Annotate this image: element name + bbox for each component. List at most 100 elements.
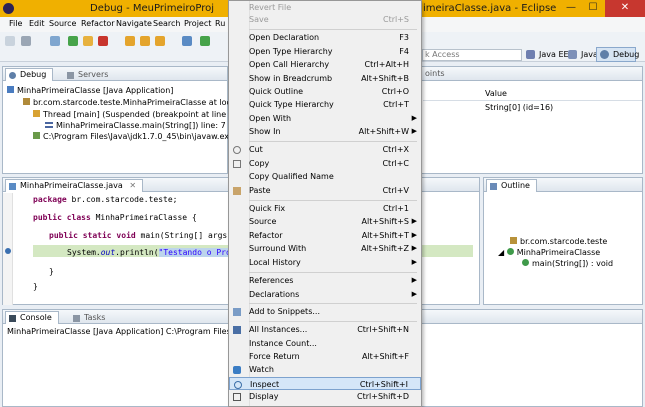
tab-outline[interactable]: Outline (486, 179, 537, 192)
menu-edit[interactable]: Edit (29, 19, 45, 28)
menu-item-open-with[interactable]: Open With ▶ (229, 112, 421, 125)
menu-item-quick-outline[interactable]: Quick Outline Ctrl+O (229, 85, 421, 98)
code-token-main-signature: main(String[] args) { (135, 231, 242, 240)
menu-source[interactable]: Source (49, 19, 76, 28)
menu-item-force-return[interactable]: Force Return Alt+Shift+F (229, 350, 421, 363)
tab-breakpoints-fragment[interactable]: oints (425, 69, 445, 78)
code-token-class-name: MinhaPrimeiraClasse { (90, 213, 197, 222)
tab-editor-file[interactable]: MinhaPrimeiraClasse.java ✕ (5, 179, 144, 192)
step-over-icon[interactable] (140, 36, 150, 46)
breakpoint-marker-icon[interactable] (5, 248, 11, 254)
tab-debug[interactable]: Debug (5, 68, 54, 81)
tasks-icon (73, 315, 80, 322)
tab-debug-label: Debug (20, 70, 47, 79)
debug-tree-item[interactable]: MinhaPrimeiraClasse.main(String[]) line:… (45, 121, 226, 130)
resume-icon[interactable] (68, 36, 78, 46)
menu-item-show-in-breadcrumb[interactable]: Show in Breadcrumb Alt+Shift+B (229, 72, 421, 85)
menu-item-show-in[interactable]: Show In Alt+Shift+W ▶ (229, 125, 421, 138)
perspective-java[interactable]: Java (564, 47, 599, 62)
variables-header-divider (423, 100, 642, 101)
variables-row-value[interactable]: String[0] (id=16) (485, 103, 553, 112)
menu-item-open-declaration[interactable]: Open Declaration F3 (229, 31, 421, 44)
menu-item-all-instances[interactable]: All Instances... Ctrl+Shift+N (229, 323, 421, 336)
menu-refactor[interactable]: Refactor (81, 19, 115, 28)
menu-item-copy[interactable]: Copy Ctrl+C (229, 157, 421, 170)
menu-separator (249, 141, 417, 142)
debug-run-icon[interactable] (182, 36, 192, 46)
debug-tree-item[interactable]: Thread [main] (Suspended (breakpoint at … (33, 110, 253, 119)
close-tab-icon[interactable]: ✕ (129, 181, 136, 190)
debug-tree-item[interactable]: br.com.starcode.teste.MinhaPrimeiraClass… (23, 98, 252, 107)
menu-item-inspect[interactable]: Inspect Ctrl+Shift+I (229, 377, 421, 390)
outline-item-package[interactable]: br.com.starcode.teste (510, 237, 607, 246)
instances-icon (233, 326, 241, 334)
menu-run[interactable]: Ru (215, 19, 225, 28)
close-button[interactable]: ✕ (605, 0, 645, 17)
package-icon (510, 237, 517, 244)
menu-item-display[interactable]: Display Ctrl+Shift+D (229, 390, 421, 403)
thread-suspended-icon (33, 110, 40, 117)
save-icon[interactable] (21, 36, 31, 46)
menu-item-open-call-hierarchy[interactable]: Open Call Hierarchy Ctrl+Alt+H (229, 58, 421, 71)
menu-item-quick-fix[interactable]: Quick Fix Ctrl+1 (229, 202, 421, 215)
outline-item-method[interactable]: main(String[]) : void (522, 259, 613, 268)
menu-separator (249, 303, 417, 304)
tab-editor-file-label: MinhaPrimeiraClasse.java (20, 181, 123, 190)
menu-item-watch[interactable]: Watch (229, 363, 421, 376)
menu-item-local-history[interactable]: Local History ▶ (229, 256, 421, 269)
java-ee-icon (526, 50, 535, 59)
outline-item-class[interactable]: ◢ MinhaPrimeiraClasse (498, 248, 600, 257)
menu-item-instance-count[interactable]: Instance Count... (229, 337, 421, 350)
debug-bug-icon (600, 50, 609, 59)
new-icon[interactable] (5, 36, 15, 46)
quick-access-input[interactable]: k Access (422, 49, 522, 61)
minimize-button[interactable]: — (560, 0, 582, 17)
debug-tree-item[interactable]: MinhaPrimeiraClasse [Java Application] (7, 86, 173, 95)
tab-servers-label: Servers (78, 70, 109, 79)
menu-item-add-to-snippets[interactable]: Add to Snippets... (229, 305, 421, 318)
maximize-button[interactable]: ☐ (582, 0, 604, 17)
menu-item-refactor[interactable]: Refactor Alt+Shift+T ▶ (229, 229, 421, 242)
menu-item-declarations[interactable]: Declarations ▶ (229, 288, 421, 301)
step-return-icon[interactable] (155, 36, 165, 46)
suspend-icon[interactable] (83, 36, 93, 46)
menu-item-quick-type-hierarchy[interactable]: Quick Type Hierarchy Ctrl+T (229, 98, 421, 111)
skip-breakpoints-icon[interactable] (50, 36, 60, 46)
code-token-out: out (100, 248, 116, 257)
menu-navigate[interactable]: Navigate (116, 19, 152, 28)
perspective-debug[interactable]: Debug (596, 47, 639, 62)
stack-frame-icon (45, 122, 53, 128)
menu-item-source[interactable]: Source Alt+Shift+S ▶ (229, 215, 421, 228)
debug-tree-thread: Thread [main] (Suspended (breakpoint at … (43, 110, 254, 119)
expand-arrow-icon[interactable]: ◢ (498, 248, 504, 257)
menu-item-copy-qualified-name[interactable]: Copy Qualified Name (229, 170, 421, 183)
menu-item-surround-with[interactable]: Surround With Alt+Shift+Z ▶ (229, 242, 421, 255)
java-app-icon (7, 86, 14, 93)
menu-item-open-type-hierarchy[interactable]: Open Type Hierarchy F4 (229, 45, 421, 58)
submenu-arrow-icon: ▶ (411, 127, 417, 135)
console-output: MinhaPrimeiraClasse [Java Application] C… (7, 327, 265, 336)
menu-item-cut[interactable]: Cut Ctrl+X (229, 143, 421, 156)
tab-servers[interactable]: Servers (63, 68, 115, 81)
submenu-arrow-icon: ▶ (411, 276, 417, 284)
run-icon[interactable] (200, 36, 210, 46)
menu-file[interactable]: File (9, 19, 22, 28)
submenu-arrow-icon: ▶ (411, 258, 417, 266)
menu-search[interactable]: Search (153, 19, 180, 28)
tab-console[interactable]: Console (5, 311, 59, 324)
submenu-arrow-icon: ▶ (411, 114, 417, 122)
menu-item-references[interactable]: References ▶ (229, 274, 421, 287)
step-into-icon[interactable] (125, 36, 135, 46)
submenu-arrow-icon: ▶ (411, 217, 417, 225)
display-icon (233, 393, 241, 401)
tab-tasks[interactable]: Tasks (69, 311, 112, 324)
menu-separator (249, 29, 417, 30)
java-file-icon (9, 183, 16, 190)
debug-tab-icon (9, 72, 16, 79)
menu-item-paste[interactable]: Paste Ctrl+V (229, 184, 421, 197)
perspective-java-ee[interactable]: Java EE (522, 47, 570, 62)
debug-tree-frame: MinhaPrimeiraClasse.main(String[]) line:… (56, 121, 226, 130)
submenu-arrow-icon: ▶ (411, 290, 417, 298)
terminate-icon[interactable] (98, 36, 108, 46)
menu-project[interactable]: Project (184, 19, 211, 28)
